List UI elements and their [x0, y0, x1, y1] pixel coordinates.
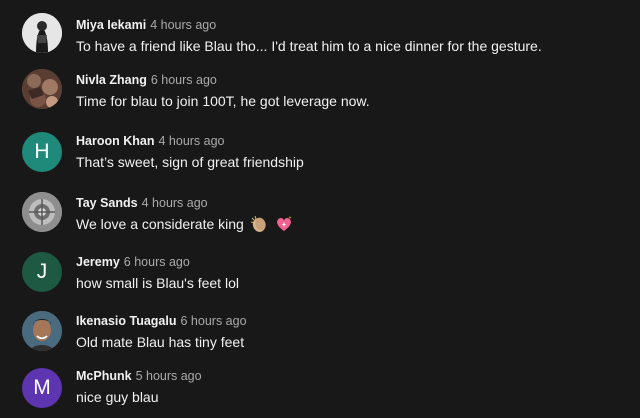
comment-text: Old mate Blau has tiny feet	[76, 332, 244, 352]
comment-body: We love a considerate king	[76, 216, 244, 232]
author-name[interactable]: Miya Iekami	[76, 18, 146, 32]
comment-text: We love a considerate king	[76, 214, 294, 234]
comment-body: how small is Blau's feet lol	[76, 275, 239, 291]
avatar-photo-icon	[22, 13, 62, 53]
author-name[interactable]: Tay Sands	[76, 196, 138, 210]
timestamp[interactable]: 6 hours ago	[124, 255, 190, 269]
comment-item: Nivla Zhang 6 hours ago Time for blau to …	[0, 69, 640, 121]
author-name[interactable]: McPhunk	[76, 369, 132, 383]
avatar[interactable]: H	[22, 132, 62, 172]
comment-item: J Jeremy 6 hours ago how small is Blau's …	[0, 252, 640, 303]
comment-item: M McPhunk 5 hours ago nice guy blau	[0, 367, 640, 417]
author-name[interactable]: Nivla Zhang	[76, 73, 147, 87]
timestamp[interactable]: 6 hours ago	[181, 314, 247, 328]
comment-body: Old mate Blau has tiny feet	[76, 334, 245, 350]
comments-list: Miya Iekami 4 hours ago To have a friend …	[0, 0, 640, 418]
avatar[interactable]	[22, 192, 62, 232]
avatar-photo-icon	[22, 192, 62, 232]
timestamp[interactable]: 5 hours ago	[136, 369, 202, 383]
comment-header: Tay Sands 4 hours ago	[76, 194, 208, 211]
timestamp[interactable]: 4 hours ago	[142, 196, 208, 210]
avatar[interactable]	[22, 311, 62, 351]
comment-header: Haroon Khan 4 hours ago	[76, 132, 225, 149]
timestamp[interactable]: 4 hours ago	[150, 18, 216, 32]
author-name[interactable]: Ikenasio Tuagalu	[76, 314, 177, 328]
avatar[interactable]: M	[22, 368, 62, 408]
comment-item: Ikenasio Tuagalu 6 hours ago Old mate Bla…	[0, 311, 640, 362]
comment-body: To have a friend like Blau tho... I'd tr…	[76, 38, 542, 54]
comment-text: To have a friend like Blau tho... I'd tr…	[76, 36, 542, 56]
sparkling-heart-emoji	[274, 214, 294, 234]
avatar-letter: H	[34, 140, 50, 163]
comment-header: Ikenasio Tuagalu 6 hours ago	[76, 312, 247, 329]
avatar[interactable]	[22, 69, 62, 109]
author-name[interactable]: Haroon Khan	[76, 134, 154, 148]
comment-text: That’s sweet, sign of great friendship	[76, 152, 304, 172]
timestamp[interactable]: 4 hours ago	[158, 134, 224, 148]
comment-text: how small is Blau's feet lol	[76, 273, 239, 293]
avatar-photo-icon	[22, 69, 62, 109]
comment-text: Time for blau to join 100T, he got lever…	[76, 91, 370, 111]
comment-item: Tay Sands 4 hours ago We love a considera…	[0, 192, 640, 244]
comment-header: Jeremy 6 hours ago	[76, 253, 190, 270]
avatar[interactable]	[22, 13, 62, 53]
avatar-letter: M	[33, 376, 51, 399]
clapping-hands-emoji	[249, 214, 269, 234]
comment-body: That’s sweet, sign of great friendship	[76, 154, 304, 170]
avatar-photo-icon	[22, 311, 62, 351]
timestamp[interactable]: 6 hours ago	[151, 73, 217, 87]
comment-body: Time for blau to join 100T, he got lever…	[76, 93, 370, 109]
comment-header: Miya Iekami 4 hours ago	[76, 16, 216, 33]
comment-item: Miya Iekami 4 hours ago To have a friend …	[0, 13, 640, 66]
comment-item: H Haroon Khan 4 hours ago That’s sweet, s…	[0, 132, 640, 182]
comment-body: nice guy blau	[76, 389, 159, 405]
avatar[interactable]: J	[22, 252, 62, 292]
avatar-letter: J	[36, 260, 48, 283]
comment-header: McPhunk 5 hours ago	[76, 367, 202, 384]
comment-header: Nivla Zhang 6 hours ago	[76, 71, 217, 88]
author-name[interactable]: Jeremy	[76, 255, 120, 269]
comment-text: nice guy blau	[76, 387, 159, 407]
